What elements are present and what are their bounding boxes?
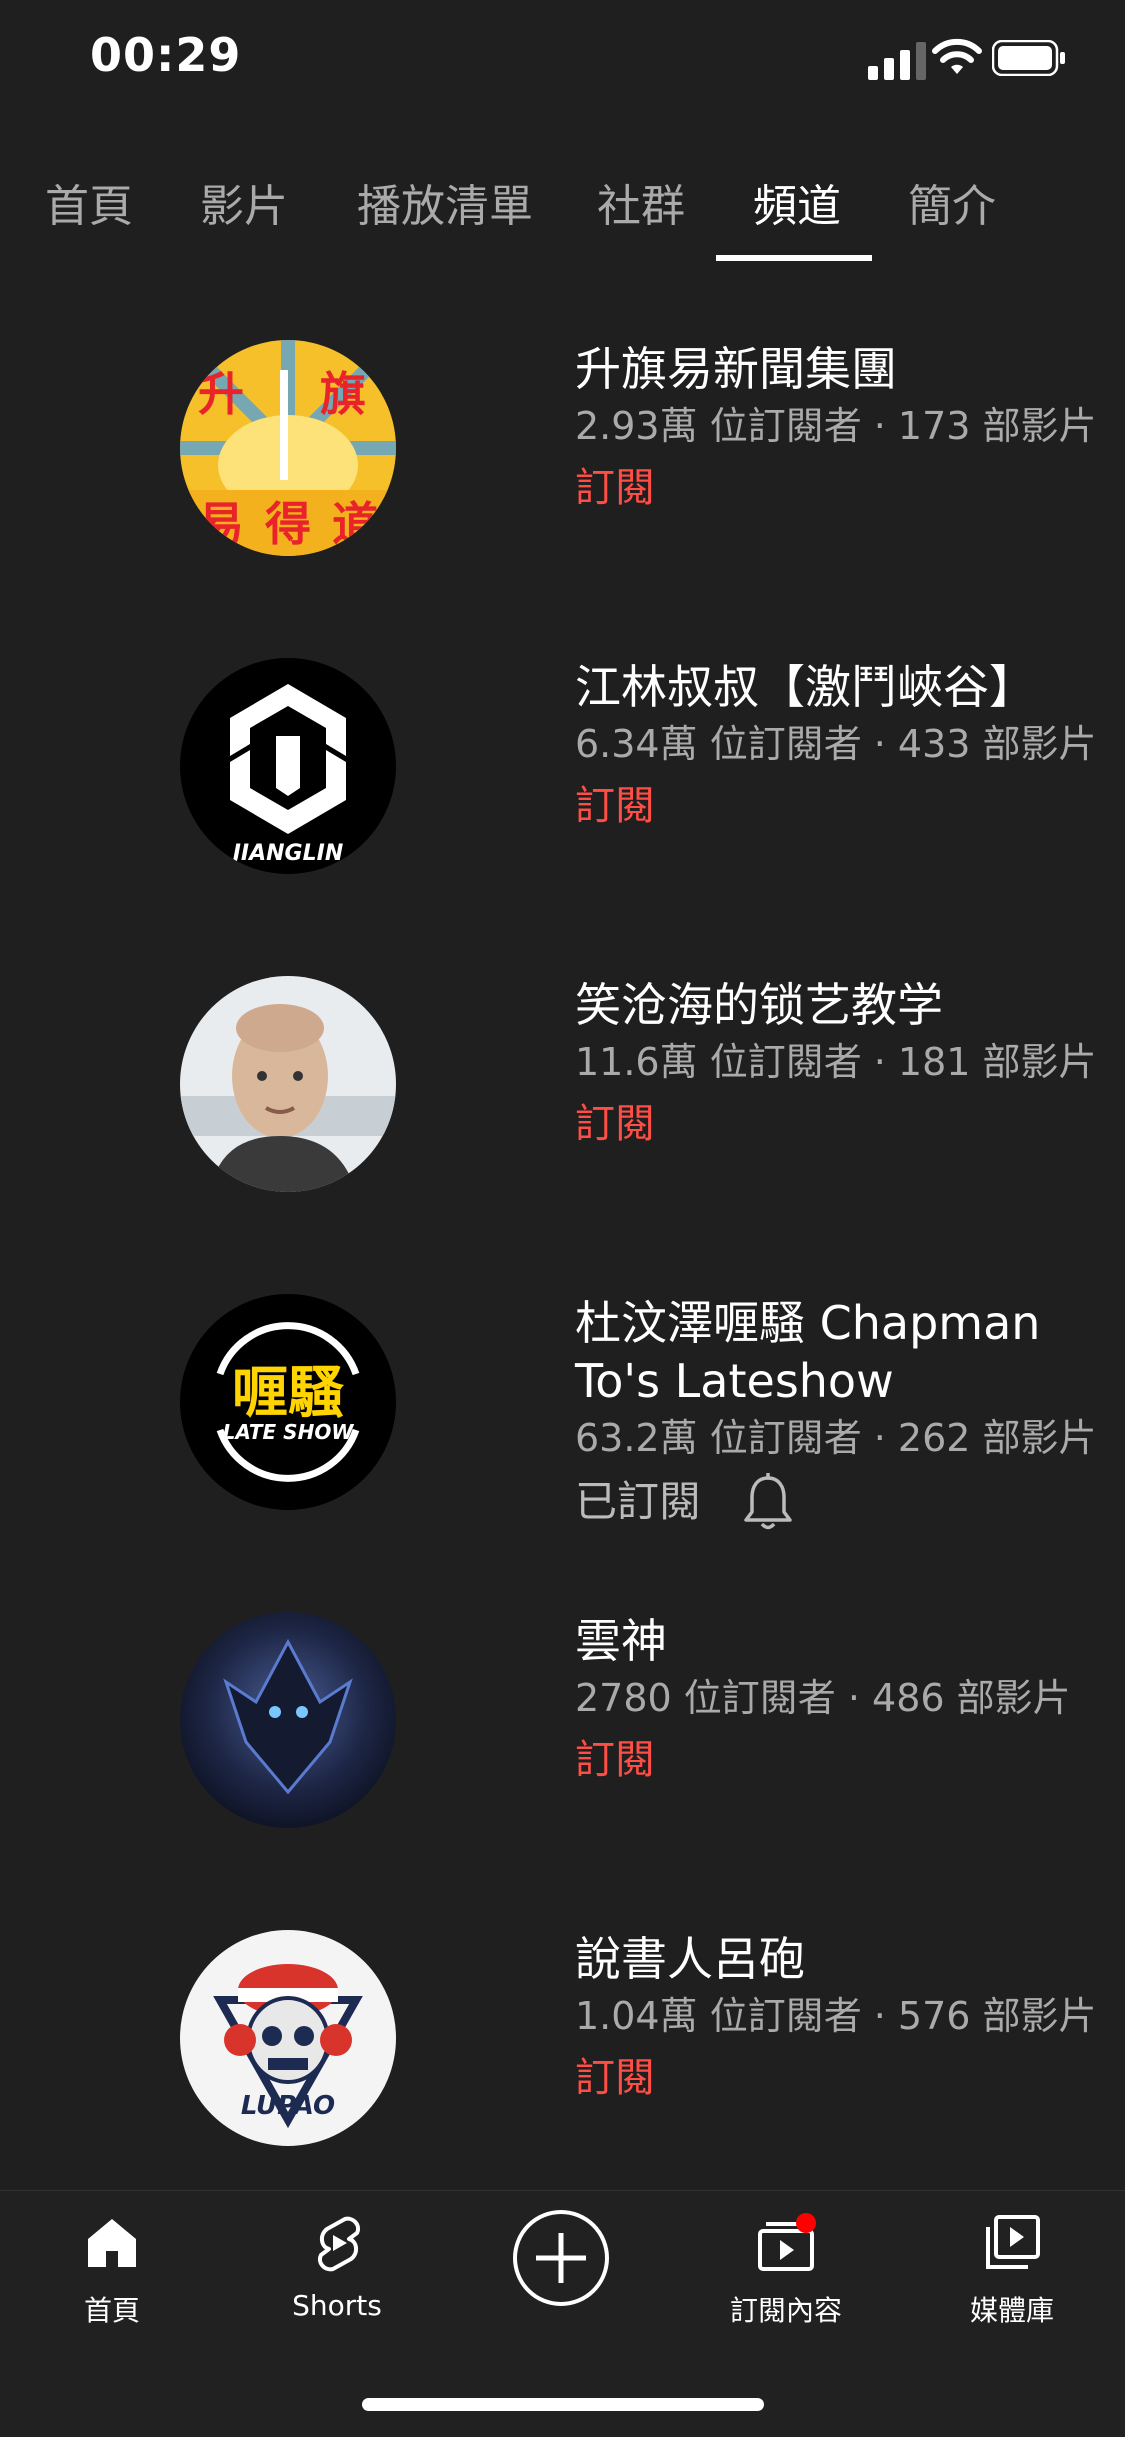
nav-shorts[interactable]: Shorts: [257, 2213, 417, 2322]
wifi-icon: [932, 38, 982, 74]
subscriptions-icon: [758, 2213, 816, 2271]
avatar-text: LUPAO: [241, 2091, 335, 2121]
subscribe-button[interactable]: 訂閱: [575, 772, 1095, 840]
channel-name[interactable]: 杜汶澤喱騷 Chapman To's Lateshow: [575, 1294, 1095, 1410]
subscribed-label[interactable]: 已訂閱: [575, 1466, 701, 1538]
subscribe-button[interactable]: 訂閱: [575, 2044, 1095, 2112]
home-icon: [88, 2219, 136, 2267]
channel-stats: 6.34萬 位訂閱者 · 433 部影片: [575, 722, 1097, 766]
home-indicator: [362, 2398, 764, 2411]
channel-name[interactable]: 升旗易新聞集團: [575, 340, 1095, 398]
subscribe-button[interactable]: 訂閱: [575, 1090, 1095, 1158]
channel-info: 雲神 2780 位訂閱者 · 486 部影片 訂閱: [575, 1612, 1095, 1794]
channel-name[interactable]: 說書人呂砲: [575, 1930, 1095, 1988]
tab-videos[interactable]: 影片: [200, 170, 288, 234]
channel-name[interactable]: 雲神: [575, 1612, 1095, 1670]
channel-avatar[interactable]: [180, 976, 396, 1192]
channel-name[interactable]: 江林叔叔【激鬥峽谷】: [575, 658, 1095, 716]
channel-info: 杜汶澤喱騷 Chapman To's Lateshow 63.2萬 位訂閱者 ·…: [575, 1294, 1097, 1538]
subscribe-button[interactable]: 訂閱: [575, 1726, 1095, 1794]
library-icon: [986, 2215, 1040, 2269]
avatar-text: 喱騷: [232, 1361, 345, 1426]
channel-tabs: 首頁 影片 播放清單 社群 頻道 簡介: [0, 160, 1125, 270]
channel-stats: 11.6萬 位訂閱者 · 181 部影片: [575, 1040, 1097, 1084]
nav-subscriptions[interactable]: 訂閱內容: [706, 2213, 866, 2329]
nav-library[interactable]: 媒體庫: [932, 2213, 1092, 2329]
channel-item[interactable]: 雲神 2780 位訂閱者 · 486 部影片 訂閱: [0, 1612, 1125, 1930]
channel-stats: 63.2萬 位訂閱者 · 262 部影片: [575, 1416, 1097, 1460]
channel-avatar[interactable]: JIANGLIN: [180, 658, 396, 874]
channel-avatar[interactable]: 升 旗 易得道: [180, 340, 396, 556]
shorts-icon: [318, 2216, 360, 2272]
channel-info: 江林叔叔【激鬥峽谷】 6.34萬 位訂閱者 · 433 部影片 訂閱: [575, 658, 1097, 840]
status-time: 00:29: [90, 28, 242, 82]
tab-home[interactable]: 首頁: [45, 170, 133, 234]
nav-home-label: 首頁: [83, 2294, 140, 2327]
nav-library-label: 媒體庫: [969, 2294, 1054, 2327]
channel-item[interactable]: 升 旗 易得道 升旗易新聞集團 2.93萬 位訂閱者 · 173 部影片 訂閱: [0, 340, 1125, 658]
channel-info: 說書人呂砲 1.04萬 位訂閱者 · 576 部影片 訂閱: [575, 1930, 1097, 2112]
channel-item[interactable]: 笑沧海的锁艺教学 11.6萬 位訂閱者 · 181 部影片 訂閱: [0, 976, 1125, 1294]
channel-item[interactable]: JIANGLIN 江林叔叔【激鬥峽谷】 6.34萬 位訂閱者 · 433 部影片…: [0, 658, 1125, 976]
channel-item[interactable]: 喱騷 LATE SHOW 杜汶澤喱騷 Chapman To's Lateshow…: [0, 1294, 1125, 1612]
nav-shorts-label: Shorts: [292, 2289, 382, 2322]
avatar-text-1: 升: [198, 367, 244, 421]
channel-avatar[interactable]: LUPAO: [180, 1930, 396, 2146]
create-plus-icon[interactable]: [512, 2209, 610, 2307]
channel-stats: 2780 位訂閱者 · 486 部影片: [575, 1676, 1071, 1720]
notification-bell-icon[interactable]: [741, 1472, 795, 1532]
notification-dot: [796, 2213, 816, 2233]
avatar-text-3: 易得道: [198, 497, 378, 551]
tab-playlists[interactable]: 播放清單: [357, 170, 533, 234]
battery-icon: [992, 40, 1065, 76]
tab-community[interactable]: 社群: [597, 170, 685, 234]
active-tab-indicator: [716, 255, 872, 261]
avatar-subtext: LATE SHOW: [223, 1420, 355, 1444]
channel-name[interactable]: 笑沧海的锁艺教学: [575, 976, 1095, 1034]
channel-avatar[interactable]: 喱騷 LATE SHOW: [180, 1294, 396, 1510]
cellular-signal-icon: [868, 42, 926, 80]
avatar-text: JIANGLIN: [229, 841, 343, 866]
channel-stats: 1.04萬 位訂閱者 · 576 部影片: [575, 1994, 1097, 2038]
subscribed-button[interactable]: 已訂閱: [575, 1466, 1095, 1538]
status-bar: 00:29: [0, 0, 1125, 120]
subscribe-button[interactable]: 訂閱: [575, 454, 1095, 522]
nav-home[interactable]: 首頁: [32, 2213, 192, 2329]
channel-info: 升旗易新聞集團 2.93萬 位訂閱者 · 173 部影片 訂閱: [575, 340, 1097, 522]
tab-about[interactable]: 簡介: [908, 170, 996, 234]
tab-channels[interactable]: 頻道: [753, 170, 841, 234]
avatar-text-2: 旗: [320, 367, 366, 421]
channel-avatar[interactable]: [180, 1612, 396, 1828]
channel-info: 笑沧海的锁艺教学 11.6萬 位訂閱者 · 181 部影片 訂閱: [575, 976, 1097, 1158]
channel-stats: 2.93萬 位訂閱者 · 173 部影片: [575, 404, 1097, 448]
nav-subscriptions-label: 訂閱內容: [729, 2294, 842, 2327]
